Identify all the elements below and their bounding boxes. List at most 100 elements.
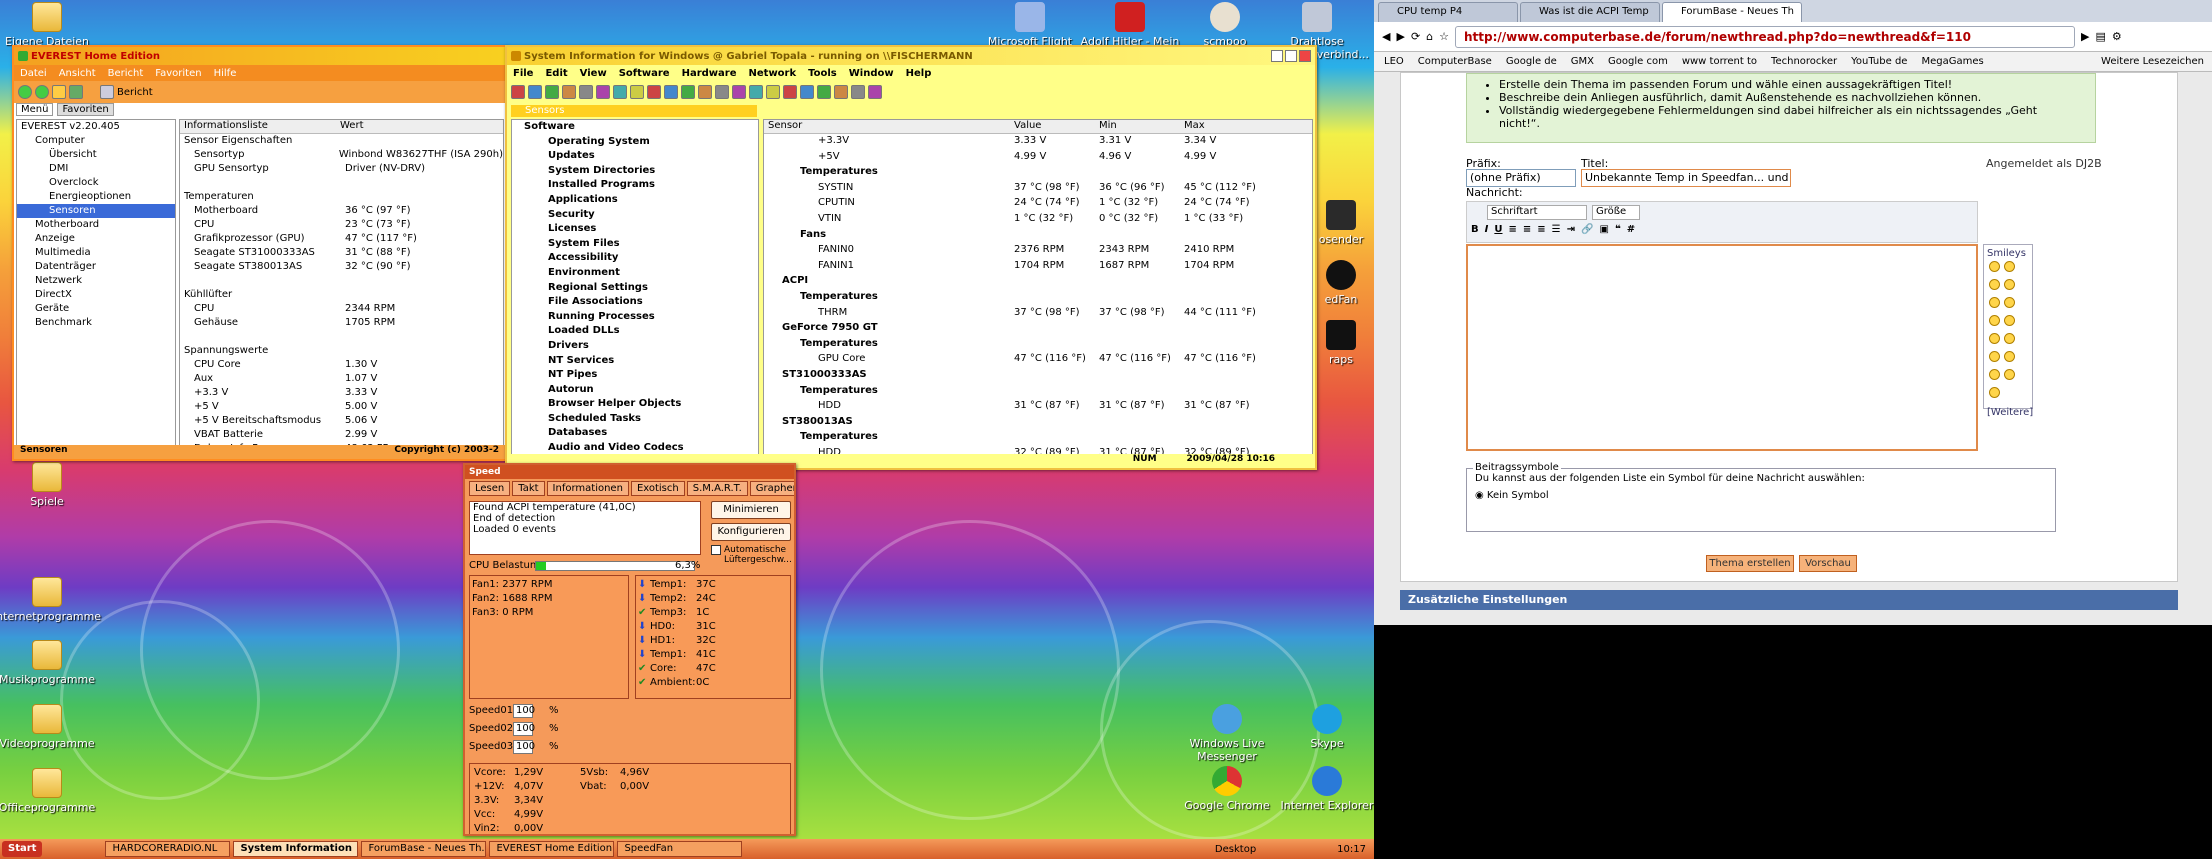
list-item[interactable]: Grafikprozessor (GPU) 47 °C (117 °F) bbox=[180, 232, 503, 246]
menu-item[interactable]: Window bbox=[849, 68, 894, 79]
smiley-icon[interactable] bbox=[2004, 315, 2015, 326]
tree-item[interactable]: Installed Programs bbox=[512, 178, 758, 193]
table-row[interactable]: ST380013AS bbox=[764, 415, 1312, 431]
indent-icon[interactable]: ⇥ bbox=[1567, 224, 1575, 235]
list-item[interactable]: Motherboard 36 °C (97 °F) bbox=[180, 204, 503, 218]
everest-titlebar[interactable]: EVEREST Home Edition bbox=[14, 47, 505, 65]
prefix-select[interactable]: (ohne Präfix) bbox=[1466, 169, 1576, 187]
tree-item[interactable]: Operating System bbox=[512, 135, 758, 150]
bookmark-item[interactable]: ComputerBase bbox=[1418, 56, 1492, 67]
tree-item[interactable]: Datenträger bbox=[17, 260, 175, 274]
speed-input[interactable]: 100 bbox=[513, 704, 535, 718]
home-icon[interactable]: ⌂ bbox=[1426, 30, 1433, 43]
table-row[interactable]: SYSTIN 37 °C (98 °F) 36 °C (96 °F) 45 °C (1… bbox=[764, 181, 1312, 197]
toolbar-button-icon[interactable] bbox=[511, 85, 525, 99]
sysinfo-titlebar[interactable]: System Information for Windows @ Gabriel… bbox=[507, 47, 1315, 65]
speedfan-tab[interactable]: Exotisch bbox=[630, 481, 685, 496]
create-thread-button[interactable]: Thema erstellen bbox=[1706, 555, 1794, 572]
title-input[interactable]: Unbekannte Temp in Speedfan... und ne bbox=[1581, 169, 1791, 187]
additional-settings-header[interactable]: Zusätzliche Einstellungen bbox=[1400, 590, 2178, 610]
tree-item[interactable]: Scheduled Tasks bbox=[512, 412, 758, 427]
taskbar-item[interactable]: EVEREST Home Edition bbox=[489, 841, 615, 857]
menu-item[interactable]: Edit bbox=[545, 68, 567, 79]
speedfan-tab[interactable]: Takt bbox=[512, 481, 545, 496]
tree-item[interactable]: Multimedia bbox=[17, 246, 175, 260]
browser-tab[interactable]: Was ist die ACPI Temp bbox=[1520, 2, 1660, 22]
tree-item[interactable]: System Files bbox=[512, 237, 758, 252]
minimize-icon[interactable] bbox=[1271, 50, 1283, 62]
speed-input[interactable]: 100 bbox=[513, 722, 535, 736]
image-icon[interactable]: ▣ bbox=[1599, 224, 1608, 235]
desktop-icon-internetprogramme[interactable]: Internetprogramme bbox=[0, 577, 112, 623]
smiley-icon[interactable] bbox=[2004, 351, 2015, 362]
more-smileys-link[interactable]: [Weitere] bbox=[1987, 407, 2033, 418]
table-row[interactable]: Fans bbox=[764, 228, 1312, 244]
table-row[interactable]: Temperatures bbox=[764, 430, 1312, 446]
menu-item[interactable]: File bbox=[513, 68, 533, 79]
table-row[interactable]: THRM 37 °C (98 °F) 37 °C (98 °F) 44 °C (111… bbox=[764, 306, 1312, 322]
col-min[interactable]: Min bbox=[1099, 120, 1117, 131]
list-item[interactable]: +3.3 V 3.33 V bbox=[180, 386, 503, 400]
speedfan-tab[interactable]: S.M.A.R.T. bbox=[686, 481, 748, 496]
tree-item[interactable]: System Directories bbox=[512, 164, 758, 179]
list-item[interactable]: +5 V 5.00 V bbox=[180, 400, 503, 414]
italic-icon[interactable]: I bbox=[1485, 224, 1489, 235]
tree-item[interactable]: Motherboard bbox=[17, 218, 175, 232]
desktop-toolbar[interactable]: Desktop bbox=[1215, 844, 1256, 855]
tree-item[interactable]: Netzwerk bbox=[17, 274, 175, 288]
forward-icon[interactable]: ▶ bbox=[1396, 30, 1404, 43]
bookmark-item[interactable]: GMX bbox=[1571, 56, 1594, 67]
list-item[interactable] bbox=[180, 274, 503, 288]
list-item[interactable]: CPU 2344 RPM bbox=[180, 302, 503, 316]
report-button[interactable]: Bericht bbox=[117, 87, 153, 98]
toolbar-button-icon[interactable] bbox=[868, 85, 882, 99]
back-icon[interactable]: ◀ bbox=[1382, 30, 1390, 43]
list-item[interactable]: Kühllüfter bbox=[180, 288, 503, 302]
bold-icon[interactable]: B bbox=[1471, 224, 1479, 235]
tree-item[interactable]: Loaded DLLs bbox=[512, 324, 758, 339]
toolbar-button-icon[interactable] bbox=[749, 85, 763, 99]
list-item[interactable]: Seagate ST380013AS 32 °C (90 °F) bbox=[180, 260, 503, 274]
smiley-icon[interactable] bbox=[1989, 261, 2000, 272]
toolbar-button-icon[interactable] bbox=[766, 85, 780, 99]
menu-item[interactable]: View bbox=[580, 68, 607, 79]
toolbar-button-icon[interactable] bbox=[613, 85, 627, 99]
align-left-icon[interactable]: ≡ bbox=[1508, 224, 1516, 235]
toolbar-button-icon[interactable] bbox=[579, 85, 593, 99]
tree-item[interactable]: Autorun bbox=[512, 383, 758, 398]
toolbar-button-icon[interactable] bbox=[545, 85, 559, 99]
tree-item[interactable]: NT Pipes bbox=[512, 368, 758, 383]
toolbar-button-icon[interactable] bbox=[851, 85, 865, 99]
tree-item[interactable]: Drivers bbox=[512, 339, 758, 354]
table-row[interactable]: Temperatures bbox=[764, 337, 1312, 353]
table-row[interactable]: HDD 31 °C (87 °F) 31 °C (87 °F) 31 °C (87 °… bbox=[764, 399, 1312, 415]
speedfan-tab[interactable]: Lesen bbox=[469, 481, 511, 496]
address-bar[interactable]: http://www.computerbase.de/forum/newthre… bbox=[1455, 25, 2076, 48]
bookmark-item[interactable]: www torrent to bbox=[1682, 56, 1757, 67]
col-info[interactable]: Informationsliste bbox=[180, 120, 340, 133]
tree-item[interactable]: Energieoptionen bbox=[17, 190, 175, 204]
preview-button[interactable]: Vorschau bbox=[1799, 555, 1857, 572]
size-select[interactable]: Größe bbox=[1592, 205, 1640, 220]
table-row[interactable]: Temperatures bbox=[764, 384, 1312, 400]
smiley-icon[interactable] bbox=[2004, 261, 2015, 272]
desktop-icon-musikprogramme[interactable]: Musikprogramme bbox=[0, 640, 112, 686]
menu-item[interactable]: Software bbox=[619, 68, 670, 79]
link-icon[interactable]: 🔗 bbox=[1581, 224, 1593, 235]
tree-item[interactable]: File Associations bbox=[512, 295, 758, 310]
list-item[interactable]: VBAT Batterie 2.99 V bbox=[180, 428, 503, 442]
tree-item[interactable]: Anzeige bbox=[17, 232, 175, 246]
desktop-icon-videoprogramme[interactable]: Videoprogramme bbox=[0, 704, 112, 750]
tab-menu[interactable]: Menü bbox=[16, 103, 54, 116]
list-item[interactable]: Temperaturen bbox=[180, 190, 503, 204]
close-icon[interactable] bbox=[1299, 50, 1311, 62]
taskbar-item[interactable]: System Information bbox=[233, 841, 359, 857]
tree-item[interactable]: Software bbox=[512, 120, 758, 135]
tab-favoriten[interactable]: Favoriten bbox=[57, 103, 114, 116]
forward-icon[interactable] bbox=[35, 85, 49, 99]
tree-item[interactable]: Übersicht bbox=[17, 148, 175, 162]
speedfan-tab[interactable]: Graphen bbox=[749, 481, 794, 496]
list-item[interactable]: Sensortyp Winbond W83627THF (ISA 290h) bbox=[180, 148, 503, 162]
toolbar-button-icon[interactable] bbox=[528, 85, 542, 99]
speedfan-titlebar[interactable]: Speed bbox=[465, 465, 794, 479]
